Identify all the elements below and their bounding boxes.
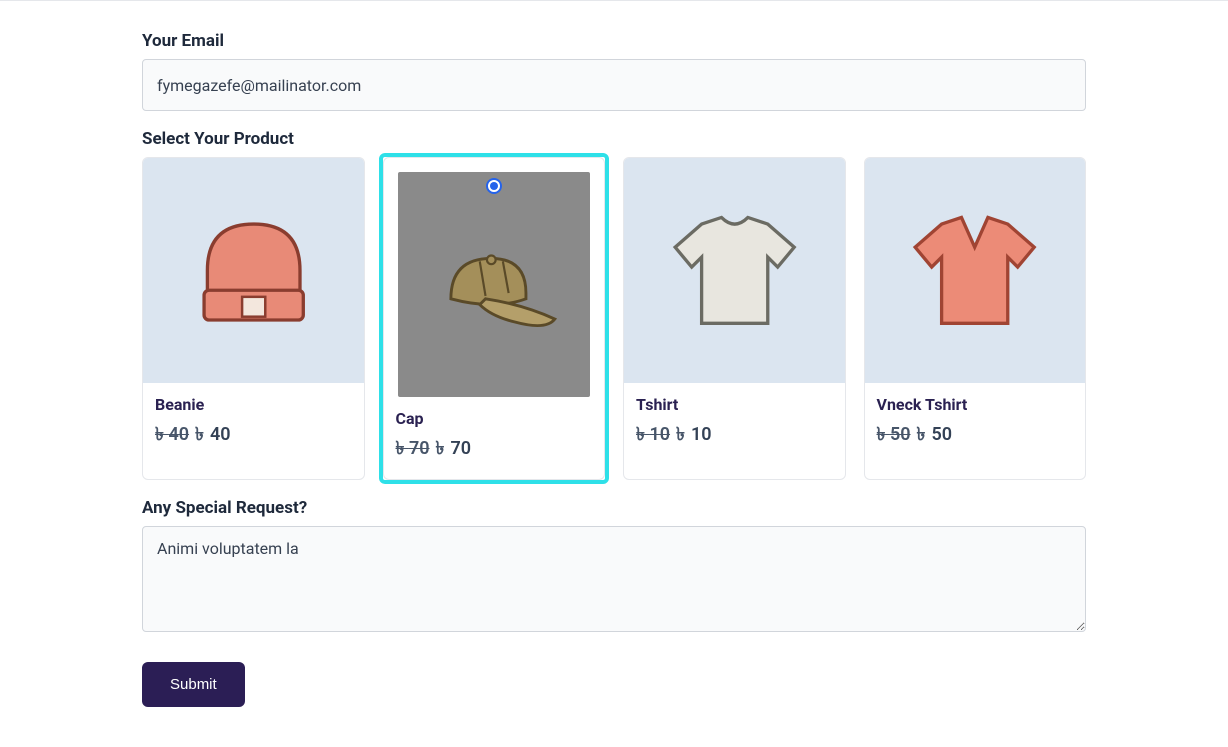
current-price: 10 (691, 424, 712, 445)
product-card-tshirt[interactable]: Tshirt ৳ 10 ৳ 10 (623, 157, 846, 480)
product-card-vneck[interactable]: Vneck Tshirt ৳ 50 ৳ 50 (864, 157, 1087, 480)
current-price: 50 (932, 424, 953, 445)
old-price: ৳ 40 (155, 420, 189, 451)
special-request-label: Any Special Request? (142, 498, 1086, 518)
price-line: ৳ 40 ৳ 40 (155, 420, 352, 451)
currency-symbol: ৳ (195, 420, 204, 451)
email-label: Your Email (142, 31, 1086, 51)
product-name: Vneck Tshirt (877, 395, 1074, 414)
old-price: ৳ 70 (396, 434, 430, 465)
product-card-beanie[interactable]: Beanie ৳ 40 ৳ 40 (142, 157, 365, 480)
product-image-cap (398, 172, 591, 397)
price-line: ৳ 70 ৳ 70 (396, 434, 593, 465)
product-name: Cap (396, 409, 593, 428)
product-name: Beanie (155, 395, 352, 414)
product-card-cap[interactable]: Cap ৳ 70 ৳ 70 (383, 157, 606, 480)
beanie-icon (171, 186, 336, 355)
product-info: Cap ৳ 70 ৳ 70 (384, 397, 605, 479)
email-input[interactable] (142, 59, 1086, 111)
tshirt-icon (652, 186, 817, 355)
old-price: ৳ 50 (877, 420, 911, 451)
price-line: ৳ 10 ৳ 10 (636, 420, 833, 451)
current-price: 70 (451, 438, 472, 459)
product-select-label: Select Your Product (142, 129, 1086, 149)
price-line: ৳ 50 ৳ 50 (877, 420, 1074, 451)
old-price: ৳ 10 (636, 420, 670, 451)
product-name: Tshirt (636, 395, 833, 414)
product-info: Tshirt ৳ 10 ৳ 10 (624, 383, 845, 465)
submit-button[interactable]: Submit (142, 662, 245, 707)
email-field-group: Your Email (142, 31, 1086, 111)
currency-symbol: ৳ (676, 420, 685, 451)
submit-row: Submit (142, 662, 1086, 707)
currency-symbol: ৳ (436, 434, 445, 465)
currency-symbol: ৳ (917, 420, 926, 451)
product-select-group: Select Your Product Beanie ৳ 40 ৳ 4 (142, 129, 1086, 480)
product-info: Beanie ৳ 40 ৳ 40 (143, 383, 364, 465)
product-card-selected-outline: Cap ৳ 70 ৳ 70 (383, 157, 606, 480)
product-image-beanie (143, 158, 364, 383)
product-image-tshirt (624, 158, 845, 383)
product-info: Vneck Tshirt ৳ 50 ৳ 50 (865, 383, 1086, 465)
cap-icon (422, 200, 566, 369)
special-request-group: Any Special Request? (142, 498, 1086, 636)
form-container: Your Email Select Your Product Beanie ৳ (134, 1, 1094, 747)
product-radio-cap[interactable] (486, 178, 502, 194)
special-request-input[interactable] (142, 526, 1086, 632)
vneck-tshirt-icon (892, 186, 1057, 355)
product-grid: Beanie ৳ 40 ৳ 40 (142, 157, 1086, 480)
product-image-vneck (865, 158, 1086, 383)
current-price: 40 (210, 424, 231, 445)
